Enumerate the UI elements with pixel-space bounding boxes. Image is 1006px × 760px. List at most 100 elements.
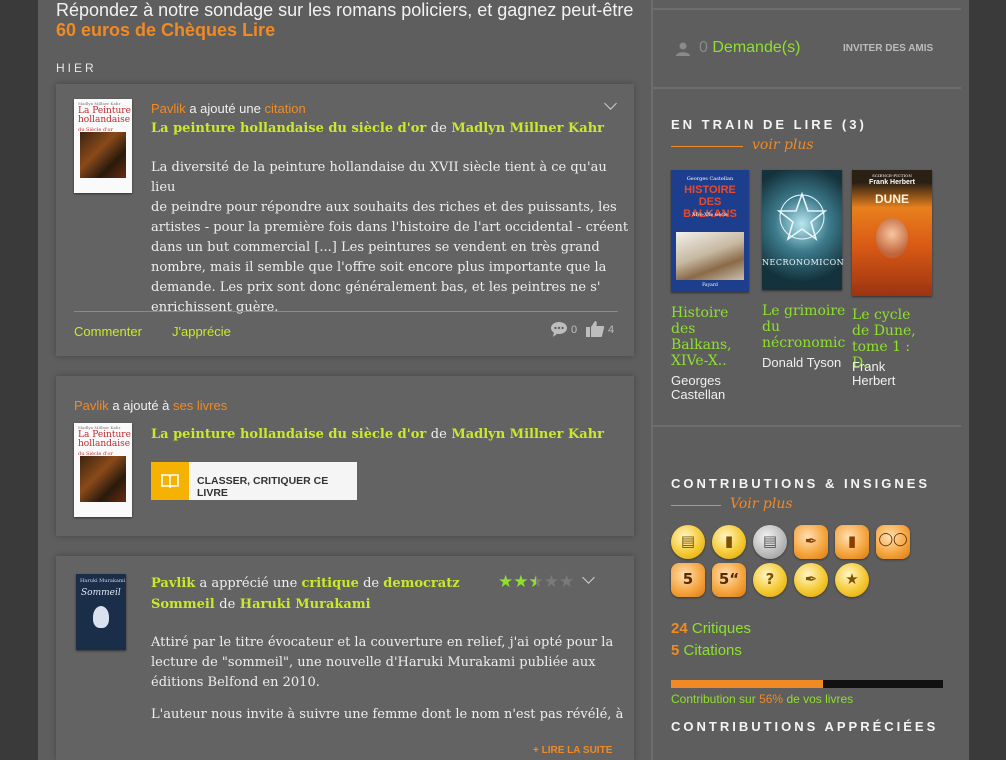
sidebar-divider [653, 8, 961, 10]
classify-label: CLASSER, CRITIQUER CE LIVRE [197, 475, 329, 499]
action-text: a apprécié une [199, 576, 298, 591]
medal-badge-icon[interactable]: ★ [835, 563, 869, 597]
quote-line: artistes - pour la première fois dans l'… [151, 220, 629, 235]
review-link[interactable]: critique [301, 576, 358, 591]
cover-title: La Peinture hollandaise du Siècle d'or [78, 106, 131, 134]
voir-plus-line [671, 505, 721, 506]
book-cover[interactable]: Madlyn Millner Kahr La Peinture hollanda… [74, 423, 132, 517]
day-label: HIER [56, 61, 97, 75]
book-title-link[interactable]: La peinture hollandaise du siècle d'or [151, 427, 426, 442]
friend-requests-count: 0 [699, 39, 708, 56]
cover-author: Haruki Murakami [80, 578, 126, 584]
user-link[interactable]: Pavlik [151, 101, 186, 116]
book-orange-badge-icon[interactable]: ▮ [835, 525, 869, 559]
critic-link[interactable]: democratz [383, 576, 459, 591]
book-cover[interactable]: SCIENCE-FICTION Frank Herbert DUNE [852, 170, 932, 296]
user-icon [676, 42, 690, 56]
feather-badge-icon[interactable]: ✒ [794, 525, 828, 559]
cover-art [93, 606, 109, 628]
survey-promo[interactable]: Répondez à notre sondage sur les romans … [56, 0, 633, 40]
book-title-link[interactable]: Le grimoire du nécronomic [762, 303, 848, 351]
cover-art [676, 232, 744, 280]
star-icon: ★★ [528, 572, 544, 592]
de-text: de [219, 597, 236, 612]
cover-title: NECRONOMICON [762, 258, 845, 267]
book-title-link[interactable]: Histoire des Balkans, XIVe-X.. [671, 305, 741, 369]
activity-meta: Pavlik a ajouté une citation [151, 101, 306, 116]
glasses-badge-icon[interactable]: ◯◯ [876, 525, 910, 559]
book-icon [151, 462, 189, 500]
contributions-voir-plus-link[interactable]: Voir plus [730, 496, 793, 512]
like-button[interactable]: J'apprécie [172, 324, 231, 339]
quote-5-badge-icon[interactable]: 5 [671, 563, 705, 597]
sidebar: 0 Demande(s) INVITER DES AMIS EN TRAIN D… [651, 0, 971, 760]
comment-icon[interactable] [550, 320, 568, 338]
book-title-link[interactable]: Sommeil [151, 597, 215, 612]
books-stack-badge-icon[interactable]: ▤ [671, 525, 705, 559]
quote-line: dans un but commercial [...] Les peintur… [151, 240, 600, 255]
star-symbol-icon [777, 192, 827, 241]
cover-art [80, 132, 126, 178]
classify-book-button[interactable]: CLASSER, CRITIQUER CE LIVRE [151, 462, 357, 500]
promo-amount[interactable]: 60 euros de Chèques Lire [56, 20, 633, 40]
promo-line[interactable]: Répondez à notre sondage sur les romans … [56, 0, 633, 20]
rating-stars: ★★★★★★ [498, 572, 574, 592]
citations-link[interactable]: 5 Citations [671, 642, 742, 659]
book-author-link[interactable]: Georges Castellan [671, 374, 741, 402]
chevron-down-icon[interactable] [604, 97, 617, 110]
progress-text-b: de vos livres [786, 692, 854, 706]
book-author-link[interactable]: Donald Tyson [762, 356, 848, 370]
review-line: L'auteur nous invite à suivre une femme … [151, 707, 624, 722]
question-badge-icon[interactable]: ? [753, 563, 787, 597]
contribution-progress-text: Contribution sur 56% de vos livres [671, 692, 853, 706]
reading-voir-plus-link[interactable]: voir plus [752, 137, 814, 153]
citation-link[interactable]: citation [265, 101, 306, 116]
friend-requests[interactable]: 0 Demande(s) [699, 39, 800, 57]
feed-card-citation: Madlyn Millner Kahr La Peinture hollanda… [56, 84, 634, 356]
comment-button[interactable]: Commenter [74, 324, 142, 339]
books-gray-badge-icon[interactable]: ▤ [753, 525, 787, 559]
critiques-link[interactable]: 24 Critiques [671, 620, 751, 637]
review-line: éditions Belfond en 2010. [151, 675, 320, 690]
sidebar-divider [653, 425, 961, 427]
critic-5-badge-icon[interactable]: 5“ [712, 563, 746, 597]
de-text: de [363, 576, 380, 591]
contribution-progress-bar [671, 680, 943, 688]
thumbs-up-icon[interactable] [585, 320, 605, 338]
card-divider [74, 311, 618, 312]
book-author-link[interactable]: Madlyn Millner Kahr [451, 427, 604, 442]
book-line: La peinture hollandaise du siècle d'or d… [151, 427, 604, 442]
cover-title: DUNE [874, 192, 909, 206]
cover-author: Frank Herbert [869, 179, 915, 186]
progress-text-a: Contribution sur [671, 692, 756, 706]
read-more-link[interactable]: + LIRE LA SUITE [533, 745, 612, 756]
reading-title: EN TRAIN DE LIRE (3) [671, 117, 867, 132]
de-text: de [430, 427, 447, 442]
comments-count: 0 [571, 324, 578, 336]
book-open-badge-icon[interactable]: ▮ [712, 525, 746, 559]
quote-text: La diversité de la peinture hollandaise … [151, 158, 634, 318]
star-icon: ★ [543, 572, 559, 592]
feed-card-added-book: Pavlik a ajouté à ses livres Madlyn Mill… [56, 376, 634, 536]
book-title-link[interactable]: La peinture hollandaise du siècle d'or [151, 121, 426, 136]
sidebar-divider [653, 87, 961, 89]
my-books-link[interactable]: ses livres [173, 398, 227, 413]
critiques-count: 24 [671, 620, 688, 637]
review-line: lecture de "sommeil", une nouvelle d'Har… [151, 655, 596, 670]
invite-friends-link[interactable]: INVITER DES AMIS [843, 43, 933, 54]
chevron-down-icon[interactable] [582, 571, 595, 584]
review-line: Attiré par le titre évocateur et la couv… [151, 635, 614, 650]
book-cover[interactable]: Madlyn Millner Kahr La Peinture hollanda… [74, 99, 132, 193]
book-cover[interactable]: Haruki Murakami Sommeil [76, 574, 126, 650]
cover-author: Georges Castellan [686, 176, 734, 182]
book-author-link[interactable]: Madlyn Millner Kahr [451, 121, 604, 136]
book-author-link[interactable]: Frank Herbert [852, 360, 912, 388]
star-icon: ★ [498, 572, 514, 592]
pen-badge-icon[interactable]: ✒ [794, 563, 828, 597]
user-link[interactable]: Pavlik [74, 398, 109, 413]
book-cover[interactable]: Georges Castellan HISTOIRE DES BALKANS X… [671, 170, 749, 292]
feed-card-review: Haruki Murakami Sommeil Pavlik a appréci… [56, 556, 634, 760]
book-cover[interactable]: NECRONOMICON [762, 170, 845, 290]
book-author-link[interactable]: Haruki Murakami [240, 597, 371, 612]
user-link[interactable]: Pavlik [151, 576, 195, 591]
